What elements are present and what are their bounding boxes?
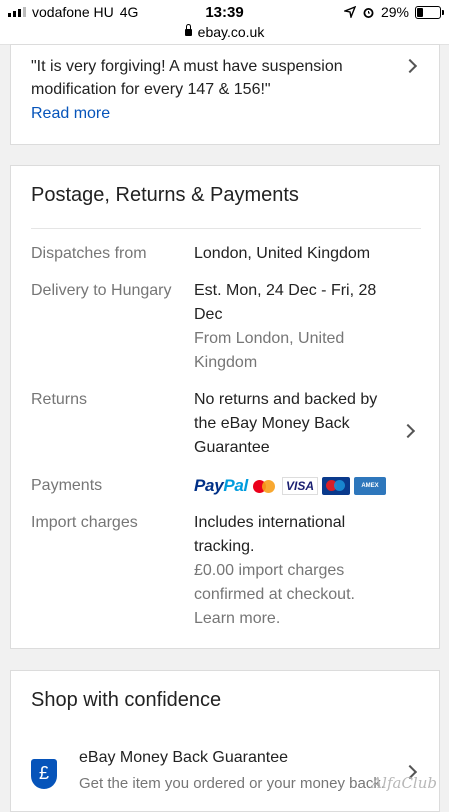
- location-arrow-icon: [343, 6, 356, 18]
- watermark: AlfaClub: [371, 774, 437, 792]
- import-tracking-text: Includes international tracking.: [194, 514, 346, 555]
- dispatch-label: Dispatches from: [31, 245, 147, 262]
- review-card[interactable]: "It is very forgiving! A must have suspe…: [10, 44, 440, 145]
- section-title: Shop with confidence: [31, 689, 222, 711]
- battery-fill: [417, 7, 423, 17]
- delivery-value: Est. Mon, 24 Dec - Fri, 28 Dec From Lond…: [194, 279, 406, 375]
- address-bar[interactable]: ebay.co.uk: [0, 24, 449, 40]
- alarm-icon: [363, 7, 374, 18]
- dispatch-value: London, United Kingdom: [194, 245, 371, 262]
- import-charges-note[interactable]: £0.00 import charges confirmed at checko…: [194, 559, 394, 631]
- import-charges-value: Includes international tracking. £0.00 i…: [194, 511, 394, 631]
- visa-logo: VISA: [281, 477, 318, 495]
- amex-logo: AMEX: [354, 477, 386, 495]
- maestro-logo: [322, 477, 350, 495]
- paypal-logo: PayPal: [194, 476, 248, 495]
- section-title: Postage, Returns & Payments: [31, 184, 299, 206]
- battery-percent: 29%: [380, 4, 409, 20]
- delivery-label: Delivery to Hungary: [31, 282, 172, 299]
- chevron-right-icon[interactable]: [402, 58, 418, 74]
- postage-returns-payments-card: Postage, Returns & Payments Dispatches f…: [10, 165, 440, 649]
- status-bar: vodafone HU 4G 13:39 ebay.co.uk 29%: [0, 0, 449, 45]
- read-more-link[interactable]: Read more: [31, 105, 110, 123]
- lock-icon: [184, 24, 192, 36]
- returns-value[interactable]: No returns and backed by the eBay Money …: [194, 388, 394, 460]
- status-icons: 29%: [343, 4, 444, 20]
- divider: [31, 228, 421, 229]
- shield-pound-icon: £: [31, 759, 57, 789]
- guarantee-subtitle: Get the item you ordered or your money b…: [79, 775, 385, 792]
- payments-label: Payments: [31, 477, 103, 494]
- battery-icon: [415, 5, 444, 19]
- review-quote: "It is very forgiving! A must have suspe…: [31, 58, 343, 98]
- payment-logos: PayPal VISA AMEX: [194, 476, 386, 496]
- chevron-right-icon[interactable]: [400, 423, 416, 439]
- delivery-origin: From London, United Kingdom: [194, 330, 345, 371]
- guarantee-title[interactable]: eBay Money Back Guarantee: [79, 749, 288, 767]
- mastercard-logo: [252, 478, 278, 495]
- delivery-estimate: Est. Mon, 24 Dec - Fri, 28 Dec: [194, 282, 377, 323]
- url-text: ebay.co.uk: [197, 24, 265, 40]
- returns-label: Returns: [31, 391, 88, 408]
- import-charges-label: Import charges: [31, 514, 138, 531]
